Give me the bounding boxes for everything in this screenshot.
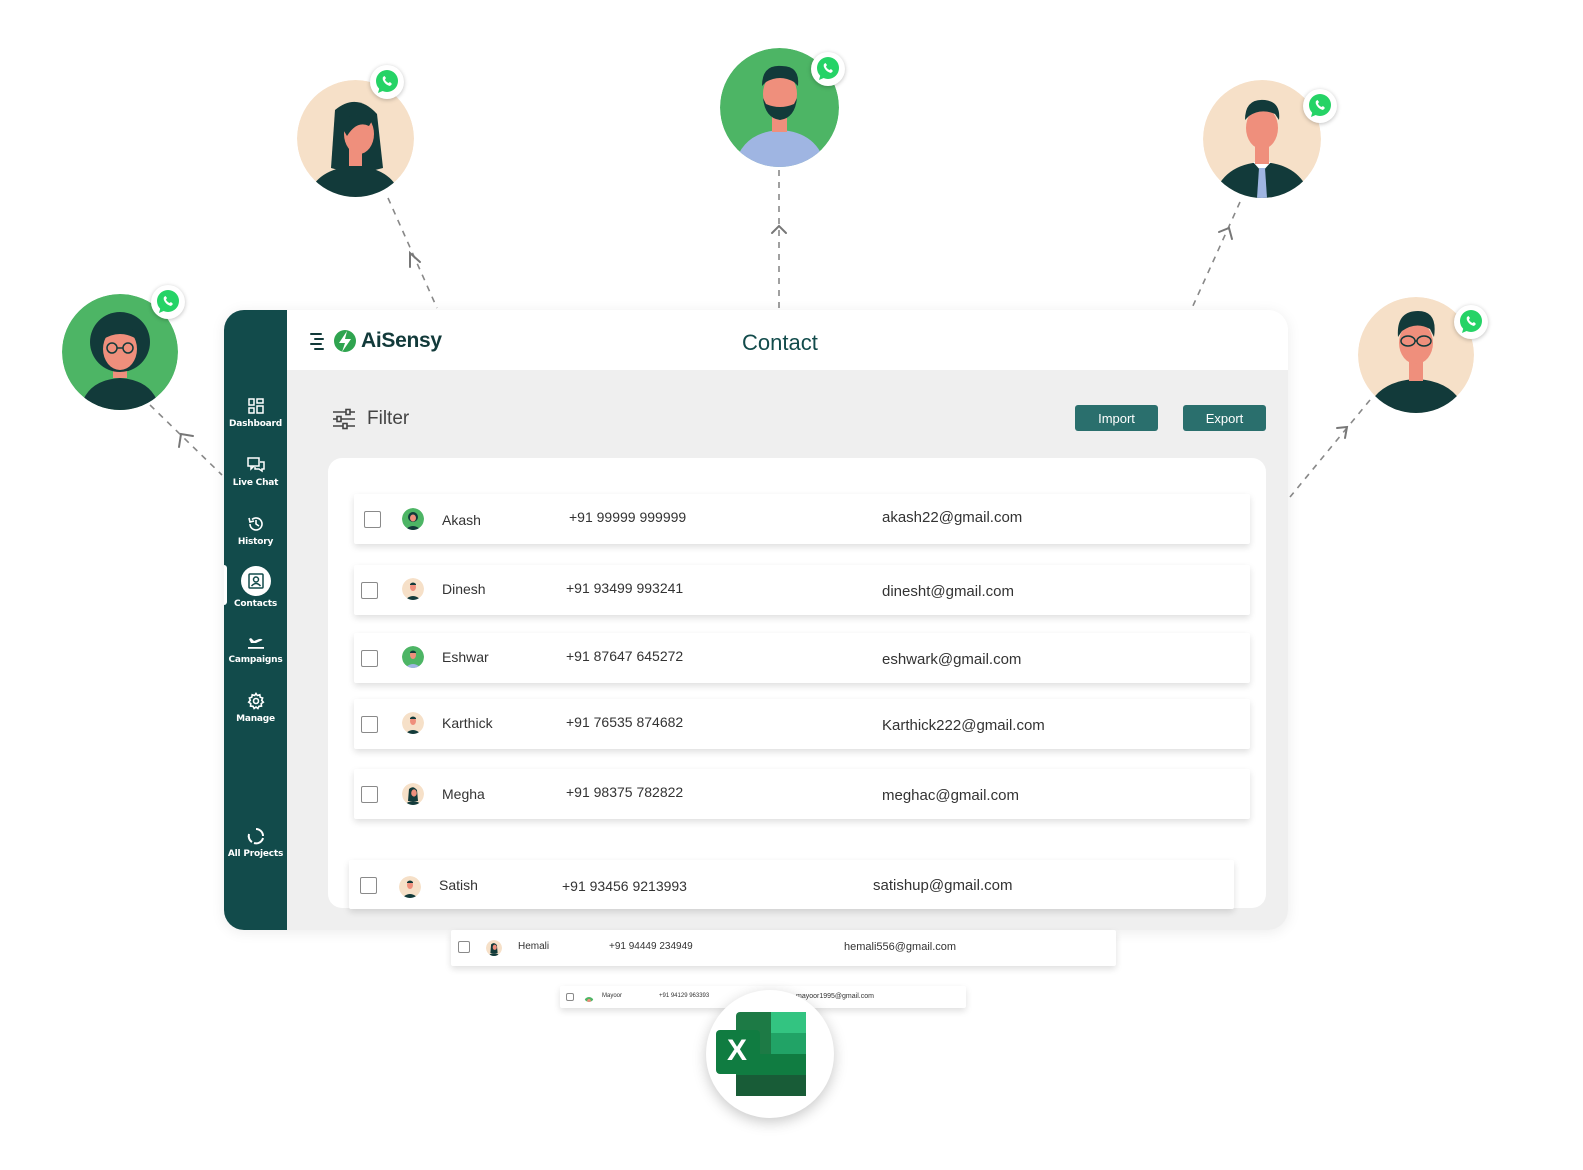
row-checkbox[interactable]: [360, 877, 377, 894]
sidebar-item-manage[interactable]: Manage: [224, 689, 287, 743]
row-checkbox[interactable]: [566, 993, 574, 1001]
avatar-man-tie: [1203, 80, 1337, 198]
dashboard-icon: [246, 396, 266, 416]
filter-button[interactable]: Filter: [332, 408, 409, 430]
sidebar-item-label: Live Chat: [232, 478, 279, 488]
contact-email: satishup@gmail.com: [873, 877, 1013, 894]
contact-name: Mayoor: [602, 993, 623, 999]
sidebar-item-live-chat[interactable]: Live Chat: [224, 453, 287, 507]
contact-row[interactable]: Akash +91 99999 999999 akash22@gmail.com: [354, 494, 1250, 544]
contact-name: Hemali: [518, 941, 550, 952]
sidebar-item-label: Manage: [236, 714, 275, 724]
avatar-man-glasses: [1358, 297, 1488, 413]
row-checkbox[interactable]: [364, 511, 381, 528]
campaign-plane-icon: [246, 632, 266, 652]
row-checkbox[interactable]: [361, 786, 378, 803]
sidebar-item-label: History: [237, 537, 274, 547]
contact-name: Dinesh: [442, 581, 486, 597]
contact-avatar: [402, 578, 424, 600]
contact-email: eshwark@gmail.com: [882, 651, 1022, 668]
avatar-woman-longhair: [297, 65, 414, 197]
contact-email: akash22@gmail.com: [882, 509, 1023, 526]
page-title: Contact: [742, 330, 818, 355]
contact-name: Karthick: [442, 715, 493, 731]
filter-sliders-icon: [333, 408, 355, 430]
contact-row[interactable]: Satish +91 93456 9213993 satishup@gmail.…: [349, 860, 1234, 909]
app-window: Dashboard Live Chat History Contacts Cam: [224, 310, 1288, 930]
history-icon: [246, 514, 266, 534]
sidebar-item-history[interactable]: History: [224, 512, 287, 566]
excel-icon: [716, 1012, 806, 1096]
contact-phone: +91 94449 234949: [609, 941, 693, 952]
whatsapp-icon: [370, 65, 404, 99]
excel-letter: X: [727, 1034, 748, 1067]
sidebar-item-all-projects[interactable]: All Projects: [224, 824, 287, 878]
topbar: AiSensy Contact: [287, 310, 1288, 370]
contact-avatar: [402, 646, 424, 668]
contact-avatar: [402, 508, 424, 530]
contact-phone: +91 94129 963393: [659, 993, 710, 999]
excel-export-target: X: [706, 990, 834, 1118]
contact-phone: +91 76535 874682: [566, 714, 684, 730]
contact-avatar: [584, 992, 594, 1002]
contact-avatar: [402, 712, 424, 734]
contact-avatar: [399, 876, 421, 898]
contact-phone: +91 93456 9213993: [562, 878, 687, 894]
whatsapp-icon: [1454, 305, 1488, 339]
chat-icon: [246, 455, 266, 475]
row-checkbox[interactable]: [361, 716, 378, 733]
row-checkbox[interactable]: [361, 650, 378, 667]
contact-phone: +91 98375 782822: [566, 784, 684, 800]
aisensy-logo-icon: [310, 330, 356, 352]
sidebar-item-label: Campaigns: [228, 655, 283, 665]
contact-row[interactable]: Eshwar +91 87647 645272 eshwark@gmail.co…: [354, 633, 1250, 683]
contact-email: dinesht@gmail.com: [882, 583, 1014, 600]
row-checkbox[interactable]: [458, 941, 470, 953]
avatar-woman-curly: [62, 285, 185, 410]
contact-email: meghac@gmail.com: [882, 787, 1019, 804]
avatar-man-beard: [720, 48, 845, 167]
filter-label: Filter: [367, 408, 410, 429]
brand-name: AiSensy: [361, 329, 442, 352]
contact-email: Karthick222@gmail.com: [882, 717, 1045, 734]
contact-row[interactable]: Dinesh +91 93499 993241 dinesht@gmail.co…: [354, 565, 1250, 615]
gear-icon: [246, 691, 266, 711]
sidebar-item-dashboard[interactable]: Dashboard: [224, 394, 287, 448]
sidebar-item-contacts[interactable]: Contacts: [224, 566, 287, 624]
contact-phone: +91 87647 645272: [566, 648, 684, 664]
contact-name: Satish: [439, 877, 478, 893]
contacts-icon: [240, 566, 271, 596]
contact-row[interactable]: Hemali +91 94449 234949 hemali556@gmail.…: [451, 930, 1116, 966]
brand-logo[interactable]: AiSensy: [309, 328, 442, 354]
sidebar-item-campaigns[interactable]: Campaigns: [224, 630, 287, 684]
contact-name: Eshwar: [442, 649, 489, 665]
contact-name: Megha: [442, 786, 485, 802]
contact-phone: +91 93499 993241: [566, 580, 684, 596]
contact-avatar: [402, 783, 424, 805]
contact-name: Akash: [442, 512, 481, 528]
contact-email: hemali556@gmail.com: [844, 941, 957, 953]
sidebar-item-label: Dashboard: [228, 419, 283, 429]
whatsapp-icon: [151, 285, 185, 319]
contact-avatar: [486, 940, 502, 956]
refresh-icon: [246, 826, 266, 846]
whatsapp-icon: [1303, 89, 1337, 123]
whatsapp-icon: [811, 52, 845, 86]
contact-row[interactable]: Karthick +91 76535 874682 Karthick222@gm…: [354, 699, 1250, 749]
sidebar-item-label: Contacts: [234, 599, 277, 609]
export-button[interactable]: Export: [1183, 405, 1266, 431]
sidebar-item-label: All Projects: [227, 849, 284, 859]
import-button[interactable]: Import: [1075, 405, 1158, 431]
contact-phone: +91 99999 999999: [569, 509, 687, 525]
row-checkbox[interactable]: [361, 582, 378, 599]
contact-row[interactable]: Megha +91 98375 782822 meghac@gmail.com: [354, 769, 1250, 819]
sidebar: Dashboard Live Chat History Contacts Cam: [224, 310, 287, 930]
